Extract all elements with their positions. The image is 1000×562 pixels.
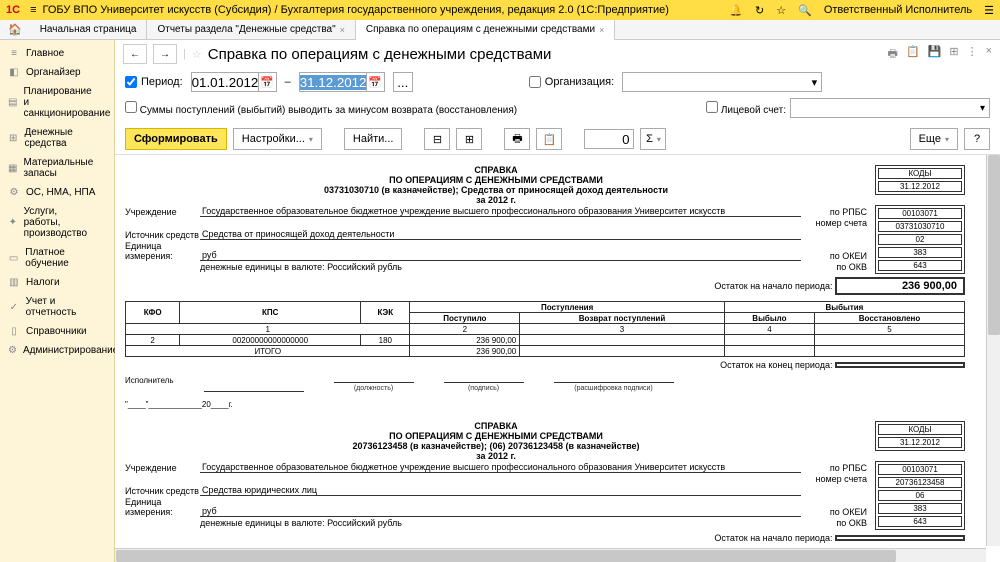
date-from-input[interactable] — [192, 75, 258, 90]
logo-1c: 1С — [6, 4, 20, 16]
sidebar-item-paid[interactable]: ▭Платное обучение — [0, 243, 114, 273]
sidebar-item-services[interactable]: ✦Услуги, работы, производство — [0, 202, 114, 243]
sidebar-item-os[interactable]: ⚙ОС, НМА, НПА — [0, 183, 114, 202]
calendar-icon[interactable]: 📅 — [366, 73, 384, 91]
org-checkbox[interactable] — [529, 76, 541, 88]
close-icon[interactable]: × — [599, 25, 604, 35]
sum-field[interactable] — [584, 129, 634, 149]
acct-select[interactable]: ▾ — [790, 98, 990, 118]
bell-icon[interactable]: 🔔 — [729, 4, 743, 17]
home-icon[interactable]: 🏠 — [0, 23, 30, 36]
user-label[interactable]: Ответственный Исполнитель — [824, 4, 972, 16]
print-icon[interactable]: 🖶 — [888, 45, 898, 64]
sidebar-item-taxes[interactable]: ▥Налоги — [0, 273, 114, 292]
page-title: Справка по операциям с денежными средств… — [208, 46, 552, 63]
horizontal-scrollbar[interactable] — [115, 548, 986, 562]
titlebar: 1С ≡ ГОБУ ВПО Университет искусств (Субс… — [0, 0, 1000, 20]
star-icon[interactable]: ☆ — [192, 48, 202, 61]
tabs-bar: 🏠 Начальная страница Отчеты раздела "Ден… — [0, 20, 1000, 40]
back-button[interactable]: ← — [123, 44, 147, 64]
print-button[interactable]: 🖶 — [504, 128, 530, 150]
save-icon[interactable]: 💾 — [928, 45, 942, 64]
sidebar-item-admin[interactable]: ⚙Администрирование — [0, 341, 114, 360]
sidebar: ≡Главное ◧Органайзер ▤Планирование и сан… — [0, 40, 115, 562]
period-picker-button[interactable]: ... — [393, 72, 413, 92]
sidebar-item-refs[interactable]: ▯Справочники — [0, 322, 114, 341]
acct-checkbox[interactable] — [706, 101, 718, 113]
content-header: ← → | ☆ Справка по операциям с денежными… — [115, 40, 1000, 68]
balance-end — [835, 362, 965, 368]
codes-box: КОДЫ 31.12.2012 — [875, 165, 965, 195]
sidebar-item-cash[interactable]: ⊞Денежные средства — [0, 123, 114, 153]
more-button[interactable]: Еще ▾ — [910, 128, 958, 150]
star-icon[interactable]: ☆ — [776, 4, 786, 17]
params-row1: Период: 📅 – 📅 ... Организация: ▾ — [115, 68, 1000, 96]
history-icon[interactable]: ↻ — [755, 4, 764, 17]
report-table-1: КФОКПСКЭКПоступленияВыбытия ПоступилоВоз… — [125, 301, 965, 357]
tab-start[interactable]: Начальная страница — [30, 20, 148, 40]
settings-icon[interactable]: ☰ — [984, 4, 994, 17]
sidebar-item-main[interactable]: ≡Главное — [0, 44, 114, 63]
vertical-scrollbar[interactable] — [986, 155, 1000, 546]
sigma-button[interactable]: Σ ▾ — [640, 128, 666, 150]
grid-icon[interactable]: ⊞ — [949, 45, 958, 64]
tab-spravka[interactable]: Справка по операциям с денежными средств… — [356, 20, 615, 40]
sidebar-item-organizer[interactable]: ◧Органайзер — [0, 63, 114, 82]
link-icon[interactable]: ⋮ — [967, 45, 978, 64]
sidebar-item-accounting[interactable]: ✓Учет и отчетность — [0, 292, 114, 322]
forward-button[interactable]: → — [153, 44, 177, 64]
params-row2: Суммы поступлений (выбытий) выводить за … — [115, 96, 1000, 124]
close-icon[interactable]: × — [340, 25, 345, 35]
org-select[interactable]: ▾ — [622, 72, 822, 92]
form-button[interactable]: Сформировать — [125, 128, 227, 150]
app-title: ГОБУ ВПО Университет искусств (Субсидия)… — [42, 4, 668, 16]
balance-start: 236 900,00 — [835, 277, 965, 295]
minus-checkbox[interactable] — [125, 101, 137, 113]
save-button[interactable]: 📋 — [536, 128, 562, 150]
help-button[interactable]: ? — [964, 128, 990, 150]
sidebar-item-planning[interactable]: ▤Планирование и санкционирование — [0, 82, 114, 123]
expand-button[interactable]: ⊟ — [424, 128, 450, 150]
sidebar-item-materials[interactable]: ▦Материальные запасы — [0, 153, 114, 183]
mail-icon[interactable]: 📋 — [906, 45, 920, 64]
close-button[interactable]: × — [986, 45, 992, 64]
date-to-input[interactable] — [300, 75, 366, 90]
report-title: СПРАВКА — [125, 165, 867, 175]
tab-reports[interactable]: Отчеты раздела "Денежные средства"× — [147, 20, 355, 40]
settings-button[interactable]: Настройки...▾ — [233, 128, 322, 150]
collapse-button[interactable]: ⊞ — [456, 128, 482, 150]
hamburger-icon[interactable]: ≡ — [30, 4, 36, 16]
find-button[interactable]: Найти... — [344, 128, 403, 150]
calendar-icon[interactable]: 📅 — [258, 73, 276, 91]
period-checkbox[interactable] — [125, 76, 137, 88]
toolbar: Сформировать Настройки...▾ Найти... ⊟ ⊞ … — [115, 124, 1000, 155]
report-viewport: СПРАВКА ПО ОПЕРАЦИЯМ С ДЕНЕЖНЫМИ СРЕДСТВ… — [115, 155, 1000, 562]
signature-line: Исполнитель (должность) (подпись) (расши… — [125, 376, 965, 392]
search-icon[interactable]: 🔍 — [798, 4, 812, 17]
